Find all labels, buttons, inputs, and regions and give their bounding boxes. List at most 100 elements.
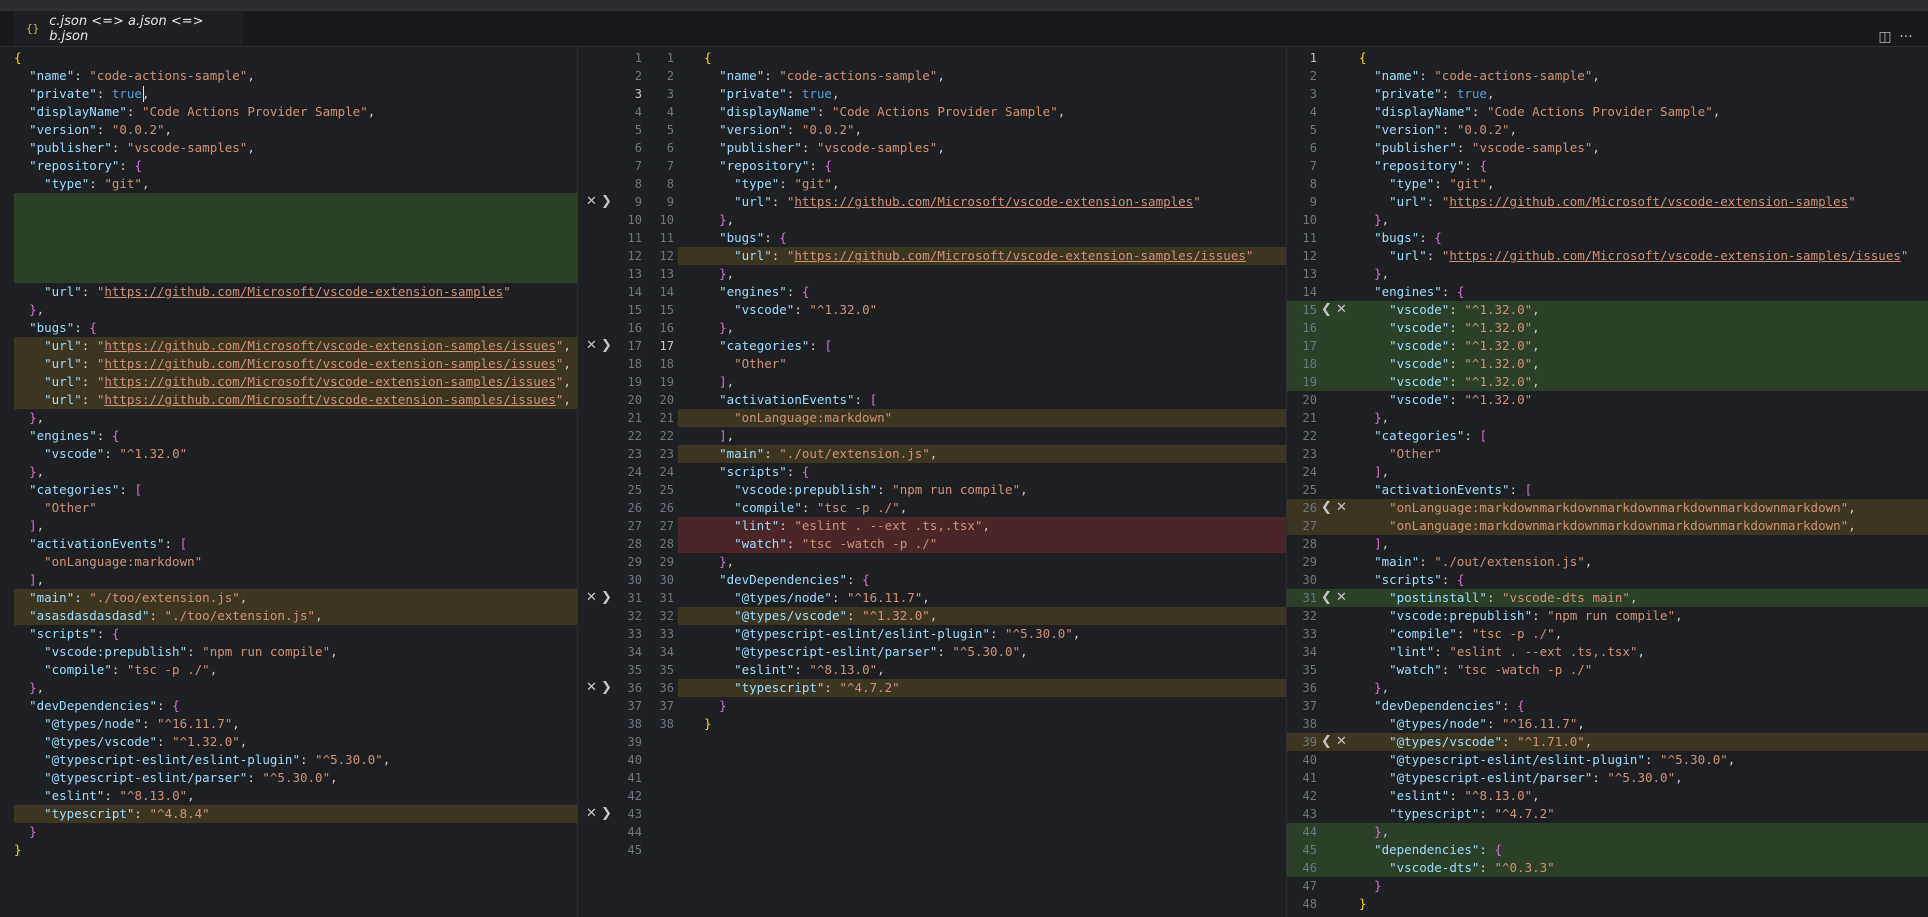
- code-line[interactable]: ],: [14, 571, 44, 589]
- code-line[interactable]: "vscode": "^1.32.0": [704, 301, 877, 319]
- code-line[interactable]: "private": true,: [704, 85, 839, 103]
- code-line[interactable]: "scripts": {: [704, 463, 809, 481]
- code-line[interactable]: "vscode": "^1.32.0",: [1359, 355, 1540, 373]
- accept-change-icon[interactable]: ✕ ❯: [586, 337, 612, 355]
- code-line[interactable]: },: [14, 463, 44, 481]
- accept-change-icon[interactable]: ✕ ❯: [586, 589, 612, 607]
- code-line[interactable]: "activationEvents": [: [704, 391, 877, 409]
- code-line[interactable]: "watch": "tsc -watch -p ./": [1359, 661, 1592, 679]
- code-line[interactable]: },: [704, 211, 734, 229]
- code-line[interactable]: "version": "0.0.2",: [1359, 121, 1517, 139]
- code-line[interactable]: "compile": "tsc -p ./",: [704, 499, 907, 517]
- code-line[interactable]: "compile": "tsc -p ./",: [14, 661, 217, 679]
- code-line[interactable]: "categories": [: [1359, 427, 1487, 445]
- code-line[interactable]: },: [704, 319, 734, 337]
- code-line[interactable]: },: [704, 553, 734, 571]
- code-line[interactable]: "private": true,: [14, 85, 149, 103]
- code-line[interactable]: "scripts": {: [1359, 571, 1464, 589]
- code-line[interactable]: "url": "https://github.com/Microsoft/vsc…: [704, 193, 1201, 211]
- code-line[interactable]: "Other": [704, 355, 787, 373]
- code-line[interactable]: "categories": [: [14, 481, 142, 499]
- code-line[interactable]: "vscode": "^1.32.0": [1359, 391, 1532, 409]
- accept-change-icon[interactable]: ❮ ✕: [1321, 499, 1347, 517]
- code-line[interactable]: },: [14, 301, 44, 319]
- code-line[interactable]: "publisher": "vscode-samples",: [704, 139, 945, 157]
- code-line[interactable]: "bugs": {: [704, 229, 787, 247]
- code-line[interactable]: ],: [1359, 535, 1389, 553]
- code-line[interactable]: "scripts": {: [14, 625, 119, 643]
- code-line[interactable]: "main": "./too/extension.js",: [14, 589, 247, 607]
- merge-input-right-pane[interactable]: 1 2 3 4 5 6 7 8 9 10 11 12 13 14 15 16 17 18 19 20 21 22 23 24 2…: [1287, 47, 1928, 917]
- accept-change-icon[interactable]: ✕ ❯: [586, 805, 612, 823]
- code-line[interactable]: },: [1359, 679, 1389, 697]
- code-line[interactable]: "onLanguage:markdownmarkdownmarkdownmark…: [1359, 499, 1856, 517]
- code-line[interactable]: ],: [704, 427, 734, 445]
- code-line[interactable]: {: [14, 49, 22, 67]
- code-line[interactable]: }: [14, 841, 22, 859]
- code-line[interactable]: "eslint": "^8.13.0",: [14, 787, 195, 805]
- code-line[interactable]: "url": "https://github.com/Microsoft/vsc…: [14, 373, 571, 391]
- code-line[interactable]: ],: [704, 373, 734, 391]
- code-line[interactable]: "devDependencies": {: [14, 697, 180, 715]
- code-line[interactable]: "vscode": "^1.32.0",: [1359, 373, 1540, 391]
- code-line[interactable]: "bugs": {: [14, 319, 97, 337]
- code-line[interactable]: }: [704, 715, 712, 733]
- tab-merge-editor[interactable]: {} c.json <=> a.json <=> b.json: [14, 11, 243, 46]
- code-line[interactable]: "typescript": "^4.8.4": [14, 805, 210, 823]
- merge-base-pane[interactable]: 1 2 3 4 5 6 7 8 9 10 11 12 13 14 15 16 17 18 19 20 21 22 23 24 2…: [578, 47, 1286, 917]
- code-line[interactable]: "asasdasdasdasd": "./too/extension.js",: [14, 607, 323, 625]
- code-line[interactable]: "displayName": "Code Actions Provider Sa…: [704, 103, 1065, 121]
- code-line[interactable]: "devDependencies": {: [704, 571, 870, 589]
- code-line[interactable]: "@types/vscode": "^1.32.0",: [14, 733, 247, 751]
- code-line[interactable]: "activationEvents": [: [1359, 481, 1532, 499]
- code-line[interactable]: {: [704, 49, 712, 67]
- code-line[interactable]: "version": "0.0.2",: [14, 121, 172, 139]
- code-line[interactable]: "publisher": "vscode-samples",: [14, 139, 255, 157]
- merge-input-left-pane[interactable]: { "name": "code-actions-sample", "privat…: [0, 47, 577, 917]
- code-line[interactable]: },: [704, 265, 734, 283]
- code-line[interactable]: },: [1359, 265, 1389, 283]
- code-line[interactable]: "lint": "eslint . --ext .ts,.tsx",: [1359, 643, 1645, 661]
- code-line[interactable]: "devDependencies": {: [1359, 697, 1525, 715]
- accept-change-icon[interactable]: ✕ ❯: [586, 679, 612, 697]
- code-line[interactable]: "vscode-dts": "^0.3.3": [1359, 859, 1555, 877]
- accept-change-icon[interactable]: ❮ ✕: [1321, 589, 1347, 607]
- code-line[interactable]: "engines": {: [704, 283, 809, 301]
- code-line[interactable]: "vscode": "^1.32.0",: [1359, 319, 1540, 337]
- code-line[interactable]: "compile": "tsc -p ./",: [1359, 625, 1562, 643]
- code-line[interactable]: "vscode": "^1.32.0",: [1359, 301, 1540, 319]
- code-line[interactable]: "@types/vscode": "^1.32.0",: [704, 607, 937, 625]
- code-line[interactable]: "lint": "eslint . --ext .ts,.tsx",: [704, 517, 990, 535]
- code-line[interactable]: "url": "https://github.com/Microsoft/vsc…: [704, 247, 1253, 265]
- code-line[interactable]: "repository": {: [14, 157, 142, 175]
- code-line[interactable]: "type": "git",: [14, 175, 149, 193]
- more-actions-icon[interactable]: ···: [1898, 29, 1914, 45]
- code-line[interactable]: "url": "https://github.com/Microsoft/vsc…: [1359, 193, 1856, 211]
- code-line[interactable]: }: [704, 697, 727, 715]
- code-line[interactable]: "url": "https://github.com/Microsoft/vsc…: [14, 391, 571, 409]
- code-line[interactable]: },: [1359, 211, 1389, 229]
- code-line[interactable]: "onLanguage:markdown": [704, 409, 892, 427]
- code-line[interactable]: "eslint": "^8.13.0",: [1359, 787, 1540, 805]
- code-line[interactable]: "typescript": "^4.7.2": [1359, 805, 1555, 823]
- split-editor-icon[interactable]: ◫: [1877, 29, 1893, 45]
- code-line[interactable]: "url": "https://github.com/Microsoft/vsc…: [1359, 247, 1908, 265]
- accept-change-icon[interactable]: ❮ ✕: [1321, 733, 1347, 751]
- code-line[interactable]: },: [14, 679, 44, 697]
- code-line[interactable]: "eslint": "^8.13.0",: [704, 661, 885, 679]
- code-line[interactable]: },: [14, 409, 44, 427]
- code-line[interactable]: }: [14, 823, 37, 841]
- code-line[interactable]: "name": "code-actions-sample",: [704, 67, 945, 85]
- code-line[interactable]: "repository": {: [1359, 157, 1487, 175]
- code-line[interactable]: }: [1359, 877, 1382, 895]
- code-line[interactable]: "main": "./out/extension.js",: [1359, 553, 1592, 571]
- code-line[interactable]: "dependencies": {: [1359, 841, 1502, 859]
- code-line[interactable]: "name": "code-actions-sample",: [14, 67, 255, 85]
- code-line[interactable]: "displayName": "Code Actions Provider Sa…: [14, 103, 375, 121]
- code-line[interactable]: },: [1359, 409, 1389, 427]
- code-line[interactable]: "@typescript-eslint/parser": "^5.30.0",: [704, 643, 1028, 661]
- code-line[interactable]: "categories": [: [704, 337, 832, 355]
- code-line[interactable]: "vscode": "^1.32.0",: [1359, 337, 1540, 355]
- code-line[interactable]: "watch": "tsc -watch -p ./": [704, 535, 937, 553]
- code-line[interactable]: "url": "https://github.com/Microsoft/vsc…: [14, 337, 571, 355]
